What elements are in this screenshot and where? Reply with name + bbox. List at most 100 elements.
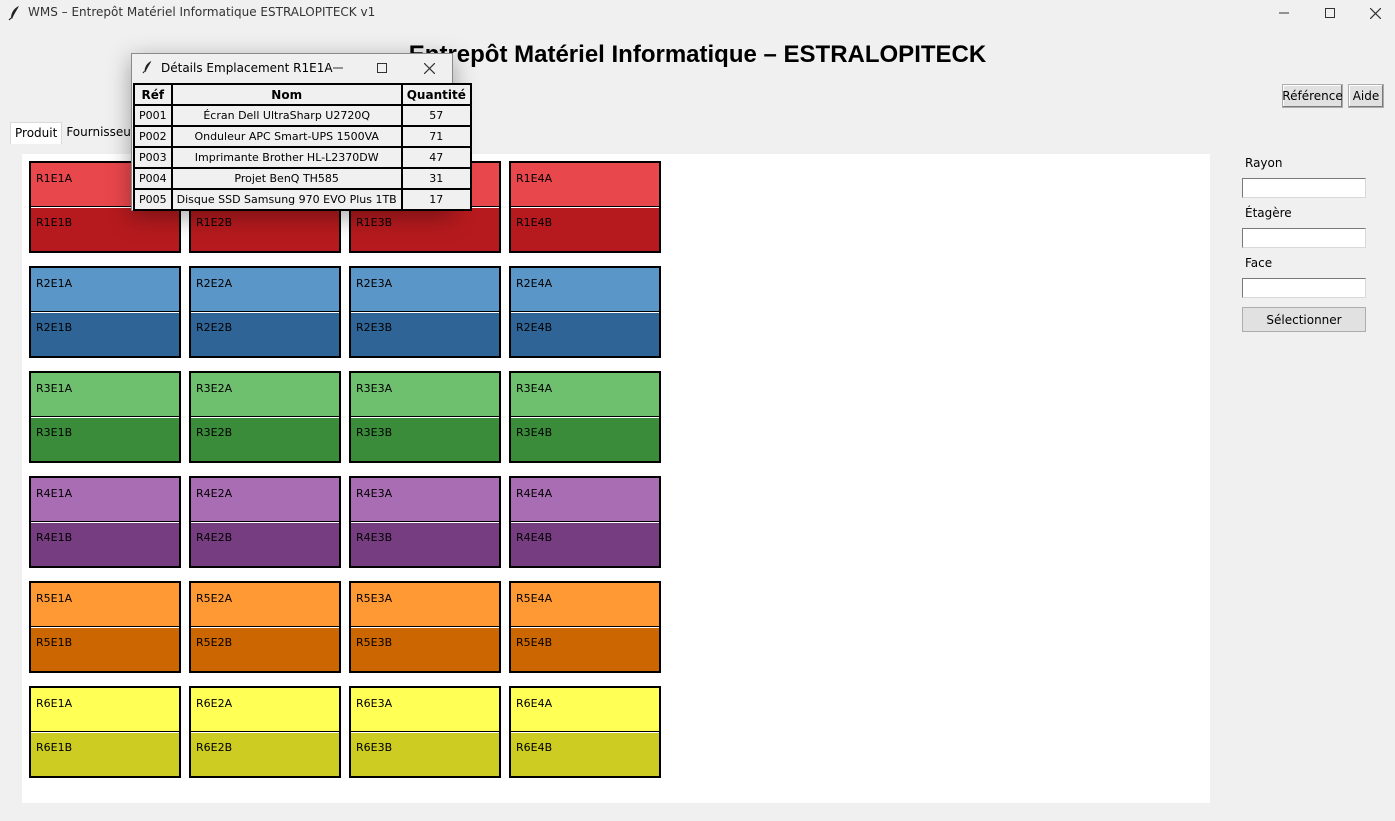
rayon-input[interactable] — [1242, 178, 1366, 198]
cell-quantite: 47 — [400, 146, 472, 169]
location-cell-a[interactable]: R4E2A — [191, 478, 339, 522]
storage-bay[interactable]: R4E3A R4E3B — [349, 476, 501, 568]
feather-icon — [8, 6, 19, 21]
location-cell-b[interactable]: R1E2B — [191, 208, 339, 251]
table-row[interactable]: P002 Onduleur APC Smart-UPS 1500VA 71 — [133, 125, 472, 148]
storage-bay[interactable]: R6E1A R6E1B — [29, 686, 181, 778]
location-cell-b[interactable]: R4E1B — [31, 523, 179, 566]
storage-bay[interactable]: R1E4A R1E4B — [509, 161, 661, 253]
location-cell-b[interactable]: R1E1B — [31, 208, 179, 251]
storage-bay[interactable]: R5E4A R5E4B — [509, 581, 661, 673]
location-cell-b[interactable]: R4E4B — [511, 523, 659, 566]
reference-button[interactable]: Référence — [1282, 84, 1343, 108]
window-title: WMS – Entrepôt Matériel Informatique EST… — [28, 5, 376, 19]
location-cell-b[interactable]: R4E2B — [191, 523, 339, 566]
location-cell-b[interactable]: R3E3B — [351, 418, 499, 461]
storage-bay[interactable]: R5E2A R5E2B — [189, 581, 341, 673]
popup-close-button[interactable] — [409, 56, 449, 80]
location-cell-b[interactable]: R2E4B — [511, 313, 659, 356]
cell-nom: Écran Dell UltraSharp U2720Q — [170, 104, 403, 127]
location-cell-b[interactable]: R6E2B — [191, 733, 339, 776]
location-cell-b[interactable]: R2E2B — [191, 313, 339, 356]
storage-bay[interactable]: R3E2A R3E2B — [189, 371, 341, 463]
location-cell-a[interactable]: R2E1A — [31, 268, 179, 312]
location-cell-b[interactable]: R4E3B — [351, 523, 499, 566]
storage-bay[interactable]: R3E4A R3E4B — [509, 371, 661, 463]
select-button[interactable]: Sélectionner — [1242, 307, 1366, 332]
storage-bay[interactable]: R2E2A R2E2B — [189, 266, 341, 358]
storage-bay[interactable]: R5E1A R5E1B — [29, 581, 181, 673]
tab-fournisseur[interactable]: Fournisseur — [62, 122, 140, 144]
location-label: R6E2B — [196, 741, 233, 754]
tab-produit[interactable]: Produit — [10, 122, 63, 144]
table-row[interactable]: P005 Disque SSD Samsung 970 EVO Plus 1TB… — [133, 188, 472, 211]
location-cell-b[interactable]: R2E1B — [31, 313, 179, 356]
location-label: R6E3A — [356, 697, 393, 710]
face-input[interactable] — [1242, 278, 1366, 298]
location-cell-a[interactable]: R3E1A — [31, 373, 179, 417]
storage-bay[interactable]: R6E4A R6E4B — [509, 686, 661, 778]
location-cell-a[interactable]: R6E2A — [191, 688, 339, 732]
storage-bay[interactable]: R3E3A R3E3B — [349, 371, 501, 463]
warehouse-canvas: R1E1AR1E1BR1E2AR1E2BR1E3AR1E3BR1E4AR1E4B… — [22, 154, 1210, 803]
maximize-icon — [377, 63, 387, 73]
location-cell-b[interactable]: R1E3B — [351, 208, 499, 251]
table-row[interactable]: P001 Écran Dell UltraSharp U2720Q 57 — [133, 104, 472, 127]
location-label: R5E1A — [36, 592, 73, 605]
close-icon — [423, 62, 435, 74]
storage-bay[interactable]: R2E4A R2E4B — [509, 266, 661, 358]
location-cell-b[interactable]: R3E2B — [191, 418, 339, 461]
location-cell-b[interactable]: R6E3B — [351, 733, 499, 776]
location-cell-b[interactable]: R5E3B — [351, 628, 499, 671]
popup-maximize-button[interactable] — [362, 56, 402, 80]
storage-bay[interactable]: R2E3A R2E3B — [349, 266, 501, 358]
location-cell-b[interactable]: R5E4B — [511, 628, 659, 671]
window-titlebar: WMS – Entrepôt Matériel Informatique EST… — [0, 0, 1395, 26]
location-cell-b[interactable]: R3E1B — [31, 418, 179, 461]
storage-bay[interactable]: R5E3A R5E3B — [349, 581, 501, 673]
location-cell-a[interactable]: R5E2A — [191, 583, 339, 627]
cell-nom: Projet BenQ TH585 — [170, 167, 403, 190]
location-cell-b[interactable]: R2E3B — [351, 313, 499, 356]
location-label: R4E2A — [196, 487, 233, 500]
storage-bay[interactable]: R3E1A R3E1B — [29, 371, 181, 463]
location-cell-a[interactable]: R1E4A — [511, 163, 659, 207]
location-cell-a[interactable]: R3E2A — [191, 373, 339, 417]
location-cell-a[interactable]: R3E3A — [351, 373, 499, 417]
location-cell-a[interactable]: R5E4A — [511, 583, 659, 627]
location-label: R1E3B — [356, 216, 393, 229]
table-row[interactable]: P004 Projet BenQ TH585 31 — [133, 167, 472, 190]
etagere-input[interactable] — [1242, 228, 1366, 248]
storage-bay[interactable]: R6E2A R6E2B — [189, 686, 341, 778]
location-cell-b[interactable]: R6E1B — [31, 733, 179, 776]
location-cell-a[interactable]: R4E3A — [351, 478, 499, 522]
location-cell-a[interactable]: R6E3A — [351, 688, 499, 732]
popup-minimize-button[interactable] — [318, 56, 358, 80]
location-cell-b[interactable]: R6E4B — [511, 733, 659, 776]
location-cell-a[interactable]: R3E4A — [511, 373, 659, 417]
storage-bay[interactable]: R4E1A R4E1B — [29, 476, 181, 568]
location-cell-b[interactable]: R1E4B — [511, 208, 659, 251]
location-cell-b[interactable]: R5E1B — [31, 628, 179, 671]
storage-bay[interactable]: R6E3A R6E3B — [349, 686, 501, 778]
storage-bay[interactable]: R4E4A R4E4B — [509, 476, 661, 568]
location-cell-a[interactable]: R5E1A — [31, 583, 179, 627]
table-row[interactable]: P003 Imprimante Brother HL-L2370DW 47 — [133, 146, 472, 169]
location-cell-a[interactable]: R4E1A — [31, 478, 179, 522]
storage-bay[interactable]: R2E1A R2E1B — [29, 266, 181, 358]
location-cell-a[interactable]: R5E3A — [351, 583, 499, 627]
maximize-button[interactable] — [1307, 0, 1353, 26]
minimize-button[interactable] — [1261, 0, 1307, 26]
storage-bay[interactable]: R4E2A R4E2B — [189, 476, 341, 568]
location-cell-a[interactable]: R6E4A — [511, 688, 659, 732]
location-cell-a[interactable]: R6E1A — [31, 688, 179, 732]
location-cell-b[interactable]: R3E4B — [511, 418, 659, 461]
location-cell-b[interactable]: R5E2B — [191, 628, 339, 671]
location-cell-a[interactable]: R4E4A — [511, 478, 659, 522]
location-cell-a[interactable]: R2E4A — [511, 268, 659, 312]
help-button[interactable]: Aide — [1348, 84, 1384, 108]
location-cell-a[interactable]: R2E2A — [191, 268, 339, 312]
location-cell-a[interactable]: R2E3A — [351, 268, 499, 312]
location-label: R1E4B — [516, 216, 553, 229]
close-button[interactable] — [1352, 0, 1395, 26]
